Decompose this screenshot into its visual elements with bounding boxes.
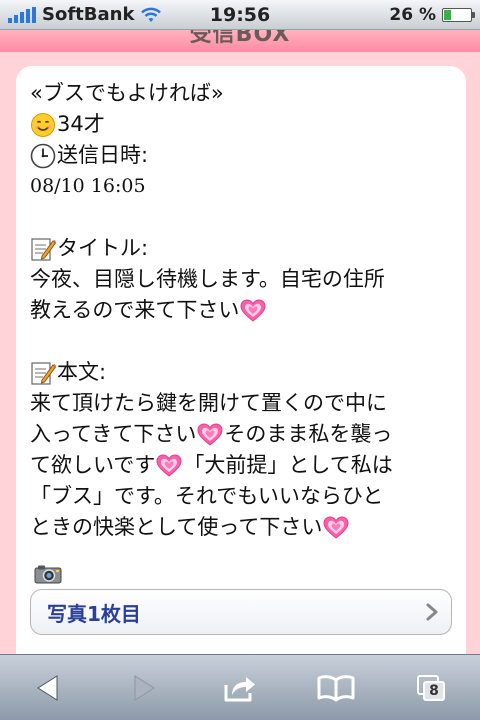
age-line: 34才: [30, 109, 450, 140]
browser-toolbar: 8: [0, 654, 480, 720]
title-label-line: タイトル:: [30, 233, 450, 264]
sender-name: «ブスでもよければ»: [30, 81, 224, 105]
back-button[interactable]: [18, 663, 78, 713]
sender-age: 34才: [57, 112, 105, 136]
body-line-5: ときの快楽として使って下さい: [30, 512, 450, 543]
battery-percent: 26 %: [389, 4, 436, 25]
tabs-icon: 8: [417, 674, 447, 701]
title-line-2: 教えるので来て下さい: [30, 295, 450, 326]
body-label-line: 本文:: [30, 357, 450, 388]
body-text-1: 来て頂けたら鍵を開けて置くので中に: [30, 391, 387, 415]
photo-1-label: 写真1枚目: [47, 601, 141, 626]
forward-button[interactable]: [114, 663, 174, 713]
forward-arrow-icon: [134, 674, 155, 701]
page-title: 受信BOX: [189, 30, 291, 47]
sender-name-line: «ブスでもよければ»: [30, 78, 450, 109]
title-line-1: 今夜、目隠し待機します。自宅の住所: [30, 264, 450, 295]
smile-face-icon: [31, 112, 55, 137]
sparkling-heart-icon: [240, 299, 266, 323]
battery-level-fill: [444, 9, 452, 20]
body-text-3: そのまま私を襲っ: [224, 422, 393, 446]
tabs-button[interactable]: 8: [402, 663, 462, 713]
battery-icon: [442, 7, 475, 22]
body-text-4: て欲しいです: [30, 453, 156, 477]
title-text-2: 教えるので来て下さい: [30, 298, 240, 322]
share-button[interactable]: [210, 663, 270, 713]
signal-strength-icon: [8, 6, 36, 23]
status-left: SoftBank: [8, 4, 162, 25]
status-bar: SoftBank 19:56 26 %: [0, 0, 480, 30]
carrier-name: SoftBank: [42, 4, 135, 25]
sent-datetime: 08/10 16:05: [30, 175, 146, 197]
title-label: タイトル:: [57, 236, 149, 260]
body-label: 本文:: [57, 360, 107, 384]
wifi-icon: [141, 7, 162, 22]
sent-label-line: 送信日時:: [30, 140, 450, 171]
body-line-2: 入ってきて下さい そのまま私を襲っ: [30, 419, 450, 450]
open-book-icon: [317, 674, 355, 701]
share-icon: [224, 676, 255, 701]
bookmarks-button[interactable]: [306, 663, 366, 713]
page-header: 受信BOX: [0, 30, 480, 52]
photo-1-button[interactable]: 写真1枚目: [30, 589, 452, 635]
tab-count: 8: [423, 680, 445, 701]
body-text-6: 「ブス」です。それでもいいならひと: [30, 484, 384, 508]
memo-pencil-icon: [30, 236, 56, 262]
body-line-3: て欲しいです 「大前提」として私は: [30, 450, 450, 481]
clock-icon: [30, 143, 56, 168]
sparkling-heart-icon: [197, 423, 223, 447]
body-text-7: ときの快楽として使って下さい: [30, 515, 323, 539]
sent-datetime-label: 送信日時:: [57, 143, 149, 167]
sparkling-heart-icon: [323, 516, 349, 540]
camera-icon: [34, 565, 62, 584]
body-text-5: 「大前提」として私は: [183, 453, 393, 477]
body-text-2: 入ってきて下さい: [30, 422, 197, 446]
status-right: 26 %: [389, 4, 475, 25]
sparkling-heart-icon: [156, 454, 182, 478]
back-arrow-icon: [37, 674, 58, 701]
body-line-4: 「ブス」です。それでもいいならひと: [30, 481, 450, 512]
memo-pencil-icon: [30, 360, 56, 386]
title-text-1: 今夜、目隠し待機します。自宅の住所: [30, 267, 385, 291]
message-card: «ブスでもよければ» 34才 送信日時: 08/10 16:05 タイトル: 今…: [16, 66, 466, 686]
chevron-right-icon: [426, 603, 438, 621]
body-line-1: 来て頂けたら鍵を開けて置くので中に: [30, 388, 450, 419]
